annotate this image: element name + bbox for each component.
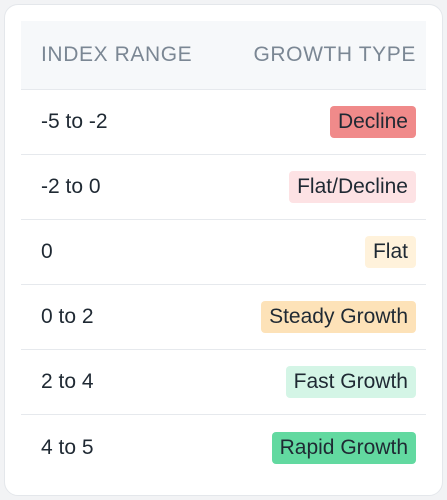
header-growth-type: GROWTH TYPE bbox=[253, 43, 416, 66]
index-range-cell: 0 bbox=[41, 240, 53, 263]
index-range-cell: -5 to -2 bbox=[41, 110, 108, 133]
growth-type-badge: Flat/Decline bbox=[289, 171, 416, 203]
screen-frame: INDEX RANGE GROWTH TYPE -5 to -2 Decline… bbox=[0, 0, 447, 500]
growth-type-badge: Fast Growth bbox=[285, 366, 416, 398]
index-range-cell: 4 to 5 bbox=[41, 435, 94, 459]
index-range-cell: -2 to 0 bbox=[41, 175, 101, 198]
growth-table-card: INDEX RANGE GROWTH TYPE -5 to -2 Decline… bbox=[4, 4, 443, 496]
table-row: -5 to -2 Decline bbox=[21, 90, 426, 155]
table-row: -2 to 0 Flat/Decline bbox=[21, 155, 426, 220]
table-header: INDEX RANGE GROWTH TYPE bbox=[21, 21, 426, 90]
growth-type-badge: Flat bbox=[364, 236, 416, 268]
table-row: 0 Flat bbox=[21, 220, 426, 285]
growth-table: INDEX RANGE GROWTH TYPE -5 to -2 Decline… bbox=[21, 21, 426, 480]
index-range-cell: 2 to 4 bbox=[41, 370, 94, 393]
growth-type-badge: Steady Growth bbox=[261, 301, 416, 333]
table-row: 0 to 2 Steady Growth bbox=[21, 285, 426, 350]
table-row: 4 to 5 Rapid Growth bbox=[21, 415, 426, 480]
index-range-cell: 0 to 2 bbox=[41, 305, 94, 328]
header-index-range: INDEX RANGE bbox=[41, 43, 193, 66]
growth-type-badge: Rapid Growth bbox=[271, 431, 416, 464]
table-row: 2 to 4 Fast Growth bbox=[21, 350, 426, 415]
growth-type-badge: Decline bbox=[329, 106, 416, 138]
